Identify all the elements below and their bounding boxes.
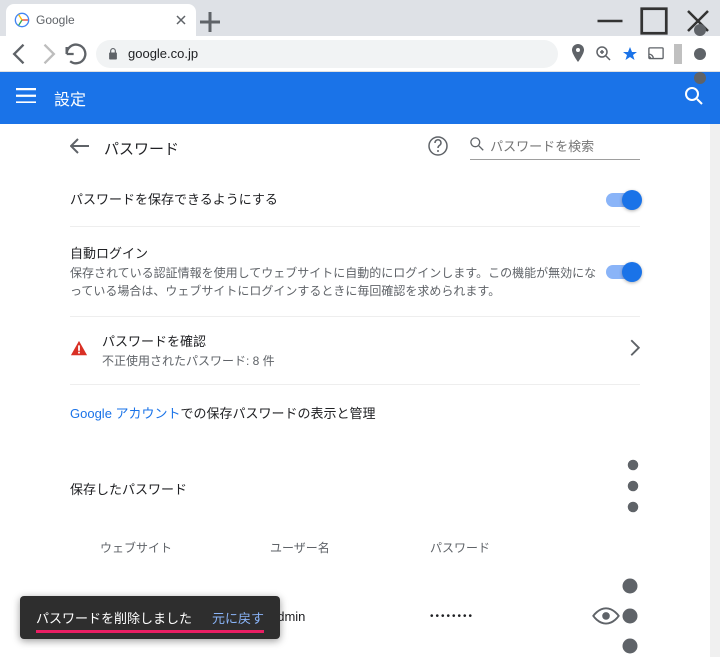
show-password-icon[interactable]	[592, 607, 620, 625]
forward-button[interactable]	[34, 40, 62, 68]
check-passwords-row[interactable]: パスワードを確認 不正使用されたパスワード: 8 件	[70, 317, 640, 385]
warning-icon	[70, 340, 88, 361]
delete-toast: パスワードを削除しました 元に戻す	[20, 596, 280, 639]
scrollbar[interactable]	[710, 124, 720, 657]
check-desc: 不正使用されたパスワード: 8 件	[102, 352, 616, 370]
url-text: google.co.jp	[128, 46, 198, 61]
new-tab-button[interactable]	[196, 8, 224, 36]
google-favicon	[14, 12, 30, 28]
help-icon[interactable]	[428, 136, 448, 161]
toast-underline	[36, 630, 264, 633]
password-search-input[interactable]	[490, 139, 640, 154]
toast-message: パスワードを削除しました	[36, 608, 192, 627]
location-icon[interactable]	[570, 44, 586, 64]
user-name: admin	[270, 609, 430, 624]
toolbar-icons	[564, 22, 714, 86]
bookmark-star-icon[interactable]	[622, 46, 638, 62]
auto-signin-title: 自動ログイン	[70, 243, 606, 262]
col-username: ユーザー名	[270, 539, 430, 556]
hamburger-menu-icon[interactable]	[16, 88, 36, 109]
cast-icon[interactable]	[648, 47, 664, 59]
lock-icon	[106, 47, 120, 61]
url-bar[interactable]: google.co.jp	[96, 40, 558, 68]
settings-content: パスワード パスワードを保存できるようにする 自動ログイン 保存されている認証情…	[0, 124, 710, 657]
auto-signin-toggle[interactable]	[606, 265, 640, 279]
google-account-link[interactable]: Google アカウントでの保存パスワードの表示と管理	[70, 385, 640, 440]
account-link-rest: での保存パスワードの表示と管理	[181, 406, 376, 421]
undo-button[interactable]: 元に戻す	[212, 608, 264, 627]
account-link-text: Google アカウント	[70, 406, 181, 421]
setting-auto-signin: 自動ログイン 保存されている認証情報を使用してウェブサイトに自動的にログインしま…	[70, 227, 640, 317]
col-website: ウェブサイト	[100, 539, 270, 556]
back-arrow-icon[interactable]	[70, 138, 90, 159]
settings-title: 設定	[54, 86, 86, 110]
reload-button[interactable]	[62, 40, 90, 68]
saved-section-header: 保存したパスワード	[70, 440, 640, 529]
password-search-field[interactable]	[470, 137, 640, 160]
offer-save-toggle[interactable]	[606, 193, 640, 207]
close-tab-icon[interactable]	[174, 13, 188, 27]
zoom-icon[interactable]	[596, 46, 612, 62]
back-button[interactable]	[6, 40, 34, 68]
search-icon	[470, 137, 484, 156]
setting-offer-save: パスワードを保存できるようにする	[70, 173, 640, 227]
check-title: パスワードを確認	[102, 331, 616, 350]
browser-tab[interactable]: Google	[6, 4, 196, 36]
address-bar: google.co.jp	[0, 36, 720, 72]
tab-title: Google	[36, 13, 174, 27]
row-more-icon[interactable]	[620, 576, 640, 656]
section-more-icon[interactable]	[626, 458, 640, 519]
browser-menu-icon[interactable]	[692, 22, 708, 86]
page-title: パスワード	[104, 138, 414, 159]
col-password: パスワード	[430, 539, 640, 556]
saved-section-title: 保存したパスワード	[70, 479, 626, 498]
password-table-header: ウェブサイト ユーザー名 パスワード	[70, 529, 640, 566]
password-masked: ••••••••	[430, 611, 592, 622]
settings-search-icon[interactable]	[684, 86, 704, 111]
page-subheader: パスワード	[70, 124, 640, 173]
chevron-right-icon	[630, 339, 640, 362]
profile-icon[interactable]	[674, 44, 682, 64]
auto-signin-desc: 保存されている認証情報を使用してウェブサイトに自動的にログインします。この機能が…	[70, 264, 606, 300]
offer-save-title: パスワードを保存できるようにする	[70, 189, 606, 208]
